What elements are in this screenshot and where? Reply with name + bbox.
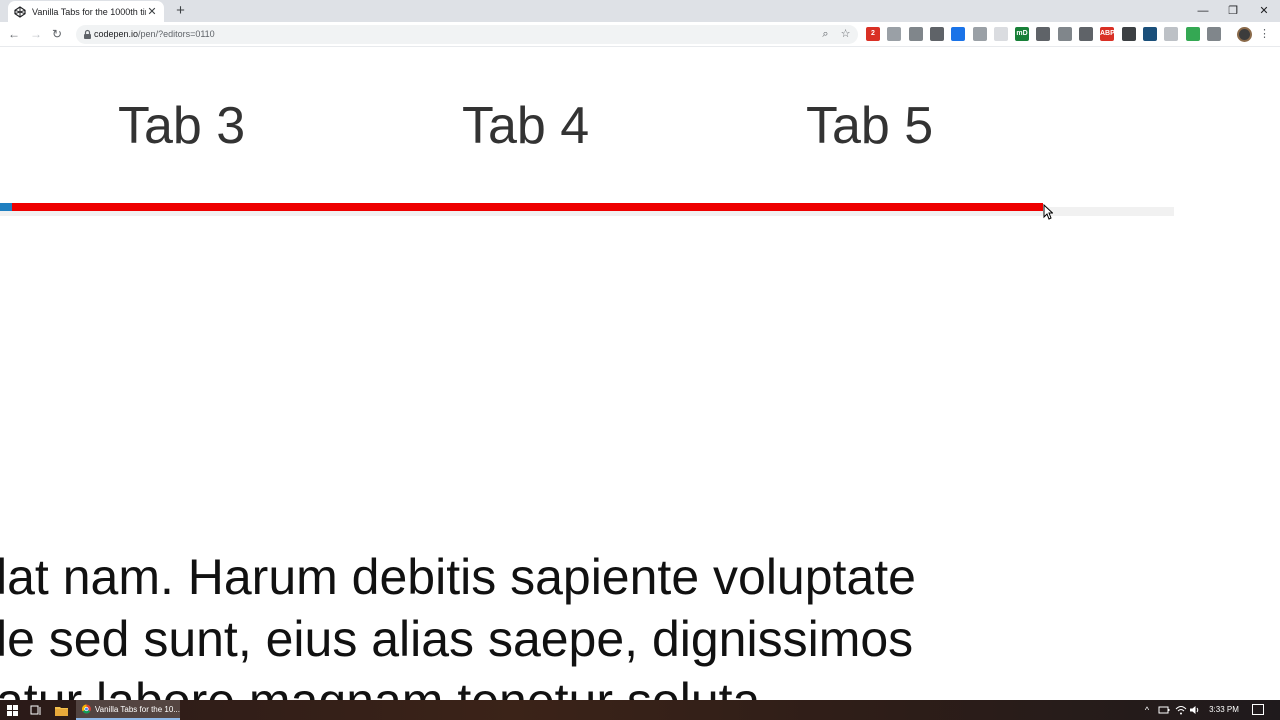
extension-icon-12[interactable]: ABP <box>1100 27 1115 41</box>
task-view-button[interactable] <box>26 700 46 720</box>
mouse-cursor-icon <box>1043 204 1053 220</box>
taskbar-chrome-label: Vanilla Tabs for the 10... <box>94 704 180 714</box>
extension-icon-11[interactable] <box>1079 27 1093 41</box>
extension-icon-1[interactable]: 2 <box>866 27 880 41</box>
tab-4[interactable]: Tab 4 <box>462 96 589 156</box>
extension-icon-15[interactable] <box>1164 27 1178 41</box>
extension-icon-17[interactable] <box>1207 27 1221 41</box>
tray-chevron-icon[interactable]: ^ <box>1142 704 1152 716</box>
battery-icon[interactable] <box>1158 704 1170 716</box>
close-window-button[interactable]: ✕ <box>1249 2 1279 20</box>
tab-3[interactable]: Tab 3 <box>118 96 245 156</box>
maximize-button[interactable]: ❐ <box>1218 2 1248 20</box>
extension-icon-16[interactable] <box>1186 27 1200 41</box>
browser-toolbar: ← → ↻ codepen.io/pen/?editors=0110 ⌕ ☆ 2… <box>0 22 1280 47</box>
windows-start-icon <box>6 704 18 716</box>
forward-button[interactable]: → <box>28 26 44 42</box>
reload-button[interactable]: ↻ <box>49 26 65 42</box>
content-paragraph-line-1: lat nam. Harum debitis sapiente voluptat… <box>0 549 916 605</box>
tab-5[interactable]: Tab 5 <box>806 96 933 156</box>
browser-menu-icon[interactable]: ⋮ <box>1259 27 1270 42</box>
tab-indicator-marker <box>0 203 12 211</box>
taskbar-chrome-button[interactable]: Vanilla Tabs for the 10... <box>76 700 180 720</box>
back-button[interactable]: ← <box>6 26 22 42</box>
chrome-icon <box>82 704 91 714</box>
extension-icon-14[interactable] <box>1143 27 1157 41</box>
zoom-icon[interactable]: ⌕ <box>818 27 833 42</box>
extension-icon-4[interactable] <box>930 27 944 41</box>
start-button[interactable] <box>0 700 24 720</box>
content-paragraph-line-3: atur labore magnam tenetur soluta <box>0 670 760 700</box>
page-viewport: Tab 3 Tab 4 Tab 5 lat nam. Harum debitis… <box>0 48 1280 700</box>
wifi-icon[interactable] <box>1175 704 1187 716</box>
extension-icon-10[interactable] <box>1058 27 1072 41</box>
extension-icon-13[interactable] <box>1122 27 1136 41</box>
browser-tab-strip: Vanilla Tabs for the 1000th time ✕ + — ❐… <box>0 0 1280 22</box>
taskbar-clock[interactable]: 3:33 PM <box>1204 700 1244 720</box>
profile-avatar[interactable] <box>1237 27 1252 42</box>
lock-icon[interactable] <box>82 29 93 40</box>
bookmark-star-icon[interactable]: ☆ <box>838 27 853 42</box>
address-bar[interactable]: codepen.io/pen/?editors=0110 ⌕ ☆ <box>76 25 858 44</box>
tab-indicator-active <box>12 203 1043 211</box>
extension-icon-6[interactable] <box>973 27 987 41</box>
extension-icon-2[interactable] <box>887 27 901 41</box>
content-paragraph-line-2: le sed sunt, eius alias saepe, dignissim… <box>0 611 914 667</box>
minimize-button[interactable]: — <box>1188 2 1218 20</box>
extension-icon-5[interactable] <box>951 27 965 41</box>
task-view-icon <box>30 705 41 715</box>
folder-icon <box>54 706 68 716</box>
windows-taskbar: Vanilla Tabs for the 10... ^ 3:33 PM <box>0 700 1280 720</box>
browser-tab[interactable]: Vanilla Tabs for the 1000th time ✕ <box>8 1 164 22</box>
browser-tab-title: Vanilla Tabs for the 1000th time <box>32 6 146 17</box>
extension-icon-7[interactable] <box>994 27 1008 41</box>
new-tab-button[interactable]: + <box>173 3 188 18</box>
url-text[interactable]: codepen.io/pen/?editors=0110 <box>94 28 215 41</box>
tab-close-icon[interactable]: ✕ <box>146 5 158 18</box>
url-host: codepen.io <box>94 29 139 39</box>
codepen-favicon-icon <box>14 5 26 18</box>
notification-center-icon[interactable] <box>1252 704 1264 715</box>
file-explorer-button[interactable] <box>50 700 72 720</box>
extension-icon-8[interactable]: mD <box>1015 27 1029 41</box>
extension-icon-9[interactable] <box>1036 27 1050 41</box>
extension-icon-3[interactable] <box>909 27 923 41</box>
volume-icon[interactable] <box>1189 704 1201 716</box>
url-path: /pen/?editors=0110 <box>138 29 215 39</box>
